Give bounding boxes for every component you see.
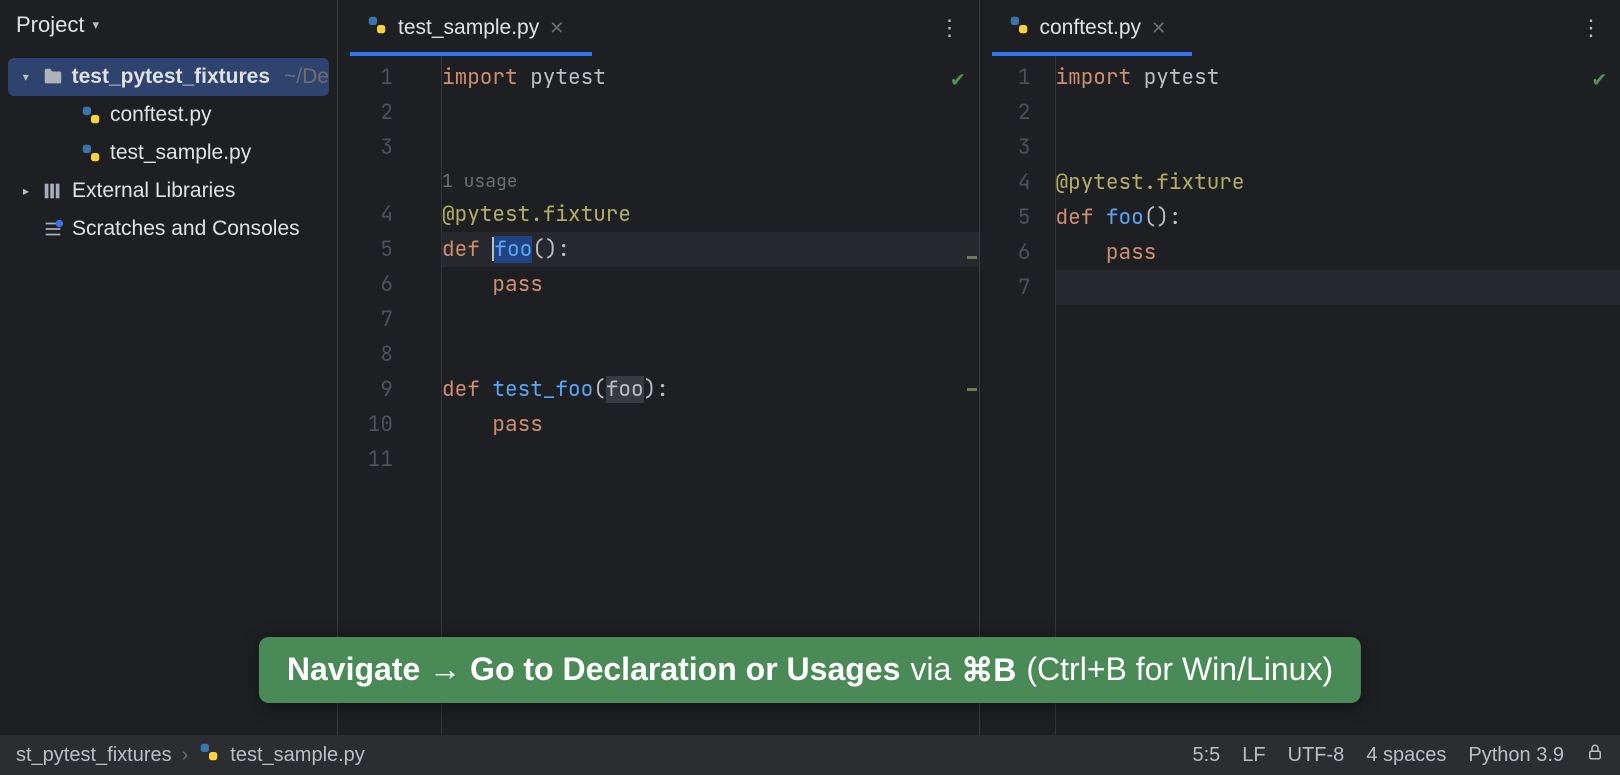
chevron-down-icon: ▾: [92, 17, 99, 33]
project-root-label: test_pytest_fixtures: [72, 65, 270, 89]
python-file-icon: [366, 14, 388, 42]
tab-label: conftest.py: [1040, 16, 1142, 40]
gutter-right[interactable]: 1 2 3 4 5 6 7: [980, 56, 1056, 735]
status-caret-pos[interactable]: 5:5: [1192, 744, 1220, 767]
chevron-right-icon: ›: [182, 744, 189, 767]
tab-bar-right: conftest.py ✕ ⋮: [980, 0, 1620, 56]
project-path-hint: ~/De: [284, 65, 329, 89]
editor-pane-left: test_sample.py ✕ ⋮ 1 2 3 4 5 6 7 8: [338, 0, 980, 735]
project-header[interactable]: Project ▾: [0, 0, 337, 50]
project-header-title: Project: [16, 12, 84, 38]
close-icon[interactable]: ✕: [1151, 18, 1166, 39]
mark-stripe[interactable]: [967, 56, 979, 735]
folder-icon: [42, 66, 64, 88]
tab-bar-left: test_sample.py ✕ ⋮: [338, 0, 979, 56]
tab-menu-button[interactable]: ⋮: [921, 15, 979, 41]
inspection-ok-icon[interactable]: ✔: [1593, 64, 1606, 93]
lock-icon[interactable]: [1586, 743, 1604, 767]
code-area-left[interactable]: ✔ import pytest 1 usage @pytest.fixture …: [442, 56, 979, 735]
tab-conftest[interactable]: conftest.py ✕: [992, 0, 1183, 56]
tab-label: test_sample.py: [398, 16, 539, 40]
scratches-icon: [42, 218, 64, 240]
status-interpreter[interactable]: Python 3.9: [1468, 744, 1564, 767]
scratches-node[interactable]: Scratches and Consoles: [0, 210, 337, 248]
python-file-icon: [80, 142, 102, 164]
gutter-left[interactable]: 1 2 3 4 5 6 7 8 9 10 11: [338, 56, 442, 735]
editor-pane-right: conftest.py ✕ ⋮ 1 2 3 4 5 6 7 ✔: [980, 0, 1620, 735]
python-file-icon: [198, 741, 220, 769]
status-line-sep[interactable]: LF: [1242, 744, 1265, 767]
tip-banner: Navigate → Go to Declaration or Usages v…: [259, 637, 1361, 703]
python-file-icon: [1008, 14, 1030, 42]
editor-body-right[interactable]: 1 2 3 4 5 6 7 ✔ import pytest @pytest.fi…: [980, 56, 1620, 735]
editor-body-left[interactable]: 1 2 3 4 5 6 7 8 9 10 11 ✔ import pytest: [338, 56, 979, 735]
python-file-icon: [80, 104, 102, 126]
editor-split: test_sample.py ✕ ⋮ 1 2 3 4 5 6 7 8: [338, 0, 1620, 735]
statusbar: st_pytest_fixtures › test_sample.py 5:5 …: [0, 735, 1620, 775]
project-tool-window: Project ▾ ▾ test_pytest_fixtures ~/De co…: [0, 0, 338, 735]
file-node-test-sample[interactable]: test_sample.py: [0, 134, 337, 172]
file-node-conftest[interactable]: conftest.py: [0, 96, 337, 134]
project-root-node[interactable]: ▾ test_pytest_fixtures ~/De: [8, 58, 329, 96]
status-encoding[interactable]: UTF-8: [1288, 744, 1345, 767]
file-label: conftest.py: [110, 103, 212, 127]
chevron-down-icon: ▾: [18, 70, 34, 84]
external-libraries-label: External Libraries: [72, 179, 235, 203]
project-tree: ▾ test_pytest_fixtures ~/De conftest.py …: [0, 50, 337, 256]
status-indent[interactable]: 4 spaces: [1366, 744, 1446, 767]
scratches-label: Scratches and Consoles: [72, 217, 300, 241]
external-libraries-node[interactable]: ▸ External Libraries: [0, 172, 337, 210]
file-label: test_sample.py: [110, 141, 251, 165]
tab-test-sample[interactable]: test_sample.py ✕: [350, 0, 580, 56]
tip-action: Navigate → Go to Declaration or Usages: [287, 651, 901, 689]
library-icon: [42, 180, 64, 202]
chevron-right-icon: ▸: [18, 184, 34, 198]
close-icon[interactable]: ✕: [549, 18, 564, 39]
usage-hint[interactable]: 1 usage: [442, 170, 518, 193]
code-area-right[interactable]: ✔ import pytest @pytest.fixture def foo(…: [1056, 56, 1620, 735]
breadcrumb[interactable]: st_pytest_fixtures › test_sample.py: [16, 741, 365, 769]
inspection-ok-icon[interactable]: ✔: [951, 64, 964, 93]
tab-menu-button[interactable]: ⋮: [1562, 15, 1620, 41]
